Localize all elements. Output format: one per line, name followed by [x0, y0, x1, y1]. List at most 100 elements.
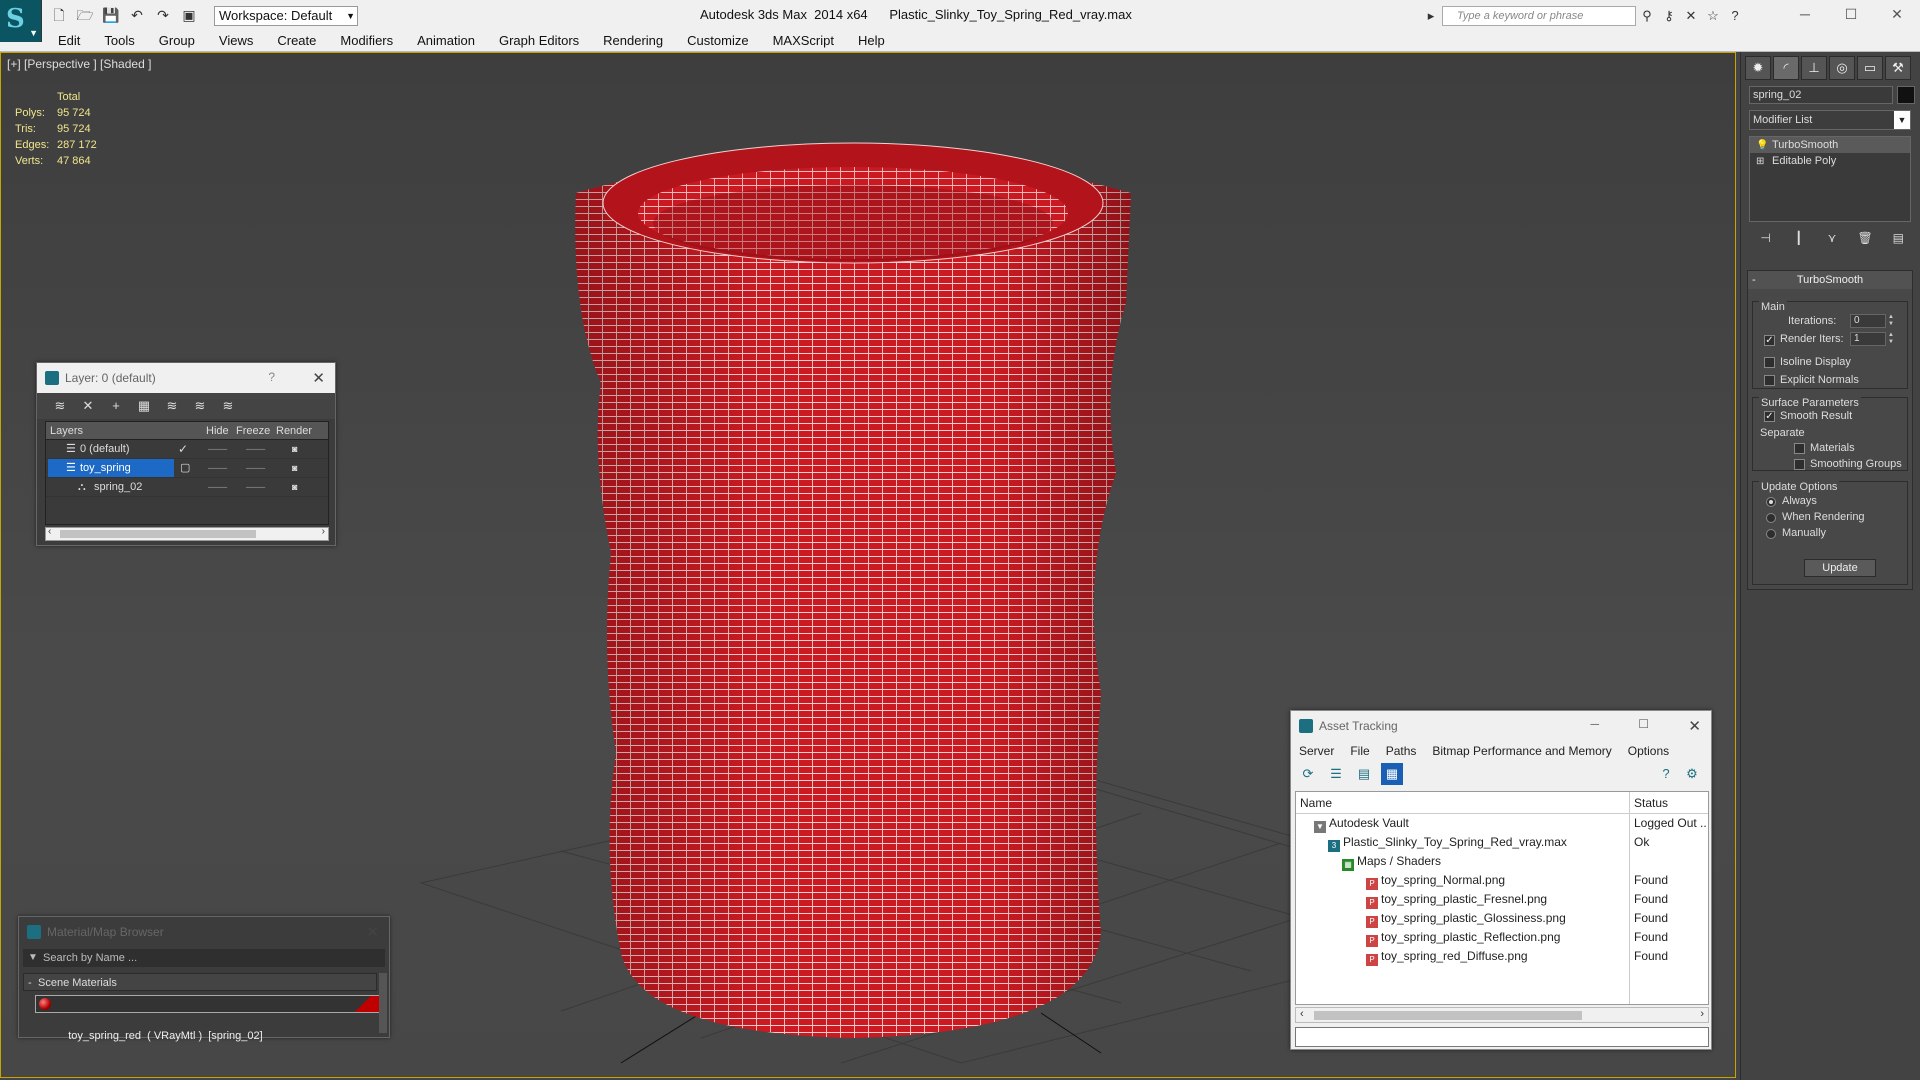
viewport-label[interactable]: [+] [Perspective ] [Shaded ]: [7, 57, 151, 71]
display-tab-icon[interactable]: ▭: [1857, 56, 1883, 80]
freeze-all-icon[interactable]: ≋: [217, 395, 239, 417]
render-iters-checkbox[interactable]: ✓: [1764, 335, 1775, 346]
menu-bitmap-performance[interactable]: Bitmap Performance and Memory: [1432, 744, 1611, 758]
motion-tab-icon[interactable]: ◎: [1829, 56, 1855, 80]
key-icon[interactable]: ⚷: [1658, 6, 1680, 26]
when-rendering-radio[interactable]: [1766, 513, 1776, 523]
hide-toggle[interactable]: ───: [208, 478, 227, 497]
render-teapot-icon[interactable]: ◙: [292, 478, 297, 497]
asset-row[interactable]: Ptoy_spring_red_Diffuse.png Found: [1296, 947, 1708, 966]
tree-view-icon[interactable]: ▤: [1353, 763, 1375, 785]
scroll-left-icon[interactable]: ‹: [1300, 1008, 1304, 1020]
asset-row[interactable]: 3 Plastic_Slinky_Toy_Spring_Red_vray.max …: [1296, 833, 1708, 852]
rollout-header[interactable]: - TurboSmooth: [1748, 271, 1912, 289]
create-layer-icon[interactable]: ≋: [49, 395, 71, 417]
asset-row[interactable]: Ptoy_spring_plastic_Glossiness.png Found: [1296, 909, 1708, 928]
select-objects-icon[interactable]: ▦: [133, 395, 155, 417]
render-teapot-icon[interactable]: ◙: [292, 440, 297, 459]
column-header-freeze[interactable]: Freeze: [236, 422, 276, 439]
remove-modifier-icon[interactable]: 🗑: [1855, 228, 1875, 248]
freeze-toggle[interactable]: ───: [246, 459, 265, 478]
make-unique-icon[interactable]: ⋎: [1822, 228, 1842, 248]
table-view-icon[interactable]: ▦: [1381, 763, 1403, 785]
undo-icon[interactable]: ↶: [126, 4, 148, 26]
close-icon[interactable]: ✕: [366, 923, 379, 941]
help-icon[interactable]: ?: [1724, 6, 1746, 26]
render-iters-spinner[interactable]: 1: [1850, 332, 1886, 346]
help-icon[interactable]: ?: [268, 370, 275, 384]
horizontal-scrollbar[interactable]: ‹ ›: [45, 526, 329, 541]
isoline-display-checkbox[interactable]: [1764, 357, 1775, 368]
scroll-right-icon[interactable]: ›: [1700, 1008, 1704, 1020]
hide-all-icon[interactable]: ≋: [189, 395, 211, 417]
menu-maxscript[interactable]: MAXScript: [761, 33, 846, 48]
asset-row[interactable]: ▦ Maps / Shaders: [1296, 852, 1708, 871]
stack-item-editable-poly[interactable]: ⊞ Editable Poly: [1750, 153, 1910, 169]
show-end-result-icon[interactable]: ┃: [1789, 228, 1809, 248]
materials-checkbox[interactable]: [1794, 443, 1805, 454]
material-search-input[interactable]: ▼ Search by Name ...: [23, 949, 385, 967]
settings-icon[interactable]: ⚙: [1681, 763, 1703, 785]
menu-views[interactable]: Views: [207, 33, 265, 48]
menu-file[interactable]: File: [1350, 744, 1369, 758]
menu-options[interactable]: Options: [1628, 744, 1669, 758]
minimize-icon[interactable]: ─: [1590, 717, 1599, 731]
hide-toggle[interactable]: ───: [208, 459, 227, 478]
exchange-icon[interactable]: ✕: [1680, 6, 1702, 26]
close-icon[interactable]: ✕: [312, 369, 325, 387]
expand-arrow-icon[interactable]: ▸: [1420, 6, 1442, 26]
spinner-arrows-icon[interactable]: ▲ ▼: [1888, 314, 1896, 328]
scroll-left-icon[interactable]: ‹: [48, 526, 51, 537]
hierarchy-tab-icon[interactable]: ⊥: [1801, 56, 1827, 80]
material-item[interactable]: toy_spring_red ( VRayMtl ) [spring_02]: [35, 995, 387, 1042]
column-header-name[interactable]: Name: [1296, 792, 1630, 813]
menu-rendering[interactable]: Rendering: [591, 33, 675, 48]
scene-materials-group[interactable]: - Scene Materials: [23, 973, 377, 991]
vertical-scrollbar[interactable]: [379, 973, 387, 1033]
column-header-render[interactable]: Render: [276, 422, 316, 439]
column-header-hide[interactable]: Hide: [206, 422, 236, 439]
menu-tools[interactable]: Tools: [92, 33, 146, 48]
menu-modifiers[interactable]: Modifiers: [328, 33, 405, 48]
object-name-field[interactable]: spring_02: [1749, 86, 1893, 104]
open-file-icon[interactable]: 🗁: [74, 4, 96, 26]
hide-toggle[interactable]: ───: [208, 440, 227, 459]
menu-group[interactable]: Group: [147, 33, 207, 48]
project-folder-icon[interactable]: ▣: [178, 4, 200, 26]
dialog-title-bar[interactable]: Asset Tracking ─ ☐ ✕: [1291, 711, 1711, 741]
iterations-spinner[interactable]: 0: [1850, 314, 1886, 328]
scrollbar-thumb[interactable]: [1314, 1011, 1582, 1020]
modify-tab-icon[interactable]: ◜: [1773, 56, 1799, 80]
update-button[interactable]: Update: [1804, 559, 1876, 577]
workspace-select[interactable]: Workspace: Default ▼: [214, 6, 358, 26]
column-header-layers[interactable]: Layers: [46, 422, 176, 439]
render-teapot-icon[interactable]: ◙: [292, 459, 297, 478]
save-file-icon[interactable]: 💾: [100, 4, 122, 26]
freeze-toggle[interactable]: ───: [246, 478, 265, 497]
spinner-arrows-icon[interactable]: ▲ ▼: [1888, 332, 1896, 346]
scroll-right-icon[interactable]: ›: [322, 526, 325, 537]
menu-help[interactable]: Help: [846, 33, 897, 48]
modifier-list-dropdown[interactable]: Modifier List ▼: [1749, 110, 1911, 130]
layer-row[interactable]: ☰ 0 (default) ✓ ─── ─── ◙: [46, 440, 328, 459]
object-color-swatch[interactable]: [1897, 86, 1915, 104]
highlight-layer-icon[interactable]: ≋: [161, 395, 183, 417]
layer-row[interactable]: ☰ toy_spring ▢ ─── ─── ◙: [46, 459, 328, 478]
delete-layer-icon[interactable]: ✕: [77, 395, 99, 417]
scrollbar-thumb[interactable]: [60, 530, 256, 538]
redo-icon[interactable]: ↷: [152, 4, 174, 26]
freeze-toggle[interactable]: ───: [246, 440, 265, 459]
asset-row[interactable]: Ptoy_spring_plastic_Reflection.png Found: [1296, 928, 1708, 947]
new-file-icon[interactable]: 🗋: [48, 4, 70, 26]
menu-graph-editors[interactable]: Graph Editors: [487, 33, 591, 48]
menu-customize[interactable]: Customize: [675, 33, 760, 48]
column-header-status[interactable]: Status: [1630, 792, 1668, 813]
always-radio[interactable]: [1766, 497, 1776, 507]
list-view-icon[interactable]: ☰: [1325, 763, 1347, 785]
menu-paths[interactable]: Paths: [1386, 744, 1417, 758]
stack-item-turbosmooth[interactable]: 💡 TurboSmooth: [1750, 137, 1910, 153]
menu-server[interactable]: Server: [1299, 744, 1334, 758]
add-to-layer-icon[interactable]: +: [105, 395, 127, 417]
pin-stack-icon[interactable]: ⊣: [1756, 228, 1776, 248]
expand-plus-icon[interactable]: ⊞: [1756, 154, 1764, 170]
